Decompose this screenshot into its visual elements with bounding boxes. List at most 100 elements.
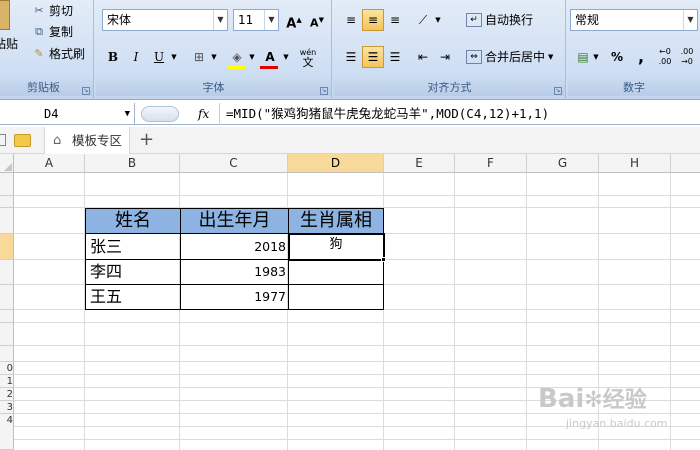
table-cell-name[interactable]: 李四	[86, 260, 181, 285]
select-all-corner[interactable]	[0, 154, 14, 173]
number-format-combo[interactable]: 常规 ▼	[570, 9, 698, 31]
column-header-g[interactable]: G	[527, 154, 599, 173]
decrease-decimal-icon[interactable]: .00 →0	[676, 46, 698, 68]
increase-indent-icon[interactable]: ⇥	[434, 46, 456, 68]
percent-button[interactable]: %	[606, 46, 628, 68]
border-icon[interactable]: ⊞	[188, 46, 210, 68]
clipboard-launcher-icon[interactable]: ↘	[82, 87, 90, 95]
row-header[interactable]	[0, 346, 14, 362]
font-color-button[interactable]: A	[259, 46, 281, 68]
fill-color-icon[interactable]: ◈	[226, 46, 248, 68]
row-header[interactable]	[0, 260, 14, 285]
watermark-brand: Bai✻经验	[538, 382, 647, 414]
watermark-brand-text: Bai	[538, 384, 585, 414]
column-header-overflow[interactable]	[671, 154, 700, 173]
column-header-a[interactable]: A	[14, 154, 85, 173]
align-bottom-icon[interactable]: ≡	[384, 9, 406, 31]
align-right-icon[interactable]: ☰	[384, 46, 406, 68]
table-cell-zodiac[interactable]	[289, 285, 384, 310]
font-launcher-icon[interactable]: ↘	[320, 87, 328, 95]
row-header[interactable]: 3	[0, 401, 14, 414]
row-header[interactable]	[0, 173, 14, 196]
table-cell-year[interactable]: 1977	[181, 285, 289, 310]
copy-button[interactable]: ⧉ 复制	[32, 22, 73, 42]
chevron-down-icon: ▼	[213, 10, 227, 30]
bold-button[interactable]: B	[102, 46, 124, 68]
align-top-icon[interactable]: ≡	[340, 9, 362, 31]
chevron-down-icon[interactable]: ▼	[432, 9, 444, 31]
table-cell-name[interactable]: 张三	[86, 234, 181, 260]
watermark-url: jingyan.baidu.com	[566, 417, 668, 430]
chevron-down-icon[interactable]: ▼	[208, 46, 220, 68]
table-cell-year[interactable]: 2018	[181, 234, 289, 260]
table-cell-name[interactable]: 王五	[86, 285, 181, 310]
table-cell-year[interactable]: 1983	[181, 260, 289, 285]
table-header-zodiac[interactable]: 生肖属相	[289, 209, 384, 234]
row-header[interactable]: 1	[0, 375, 14, 388]
merge-center-button[interactable]: ⇔ 合并后居中 ▼	[466, 47, 553, 67]
number-format-value: 常规	[575, 13, 600, 27]
row-header[interactable]	[0, 196, 14, 208]
fill-color-swatch	[227, 66, 245, 69]
name-box[interactable]: D4 ▼	[0, 103, 135, 125]
chevron-down-icon[interactable]: ▼	[168, 46, 180, 68]
row-header[interactable]: 0	[0, 362, 14, 375]
cut-button[interactable]: ✂ 剪切	[32, 1, 73, 21]
chevron-down-icon[interactable]: ▼	[246, 46, 258, 68]
alignment-group-label: 对齐方式	[334, 80, 565, 96]
column-header-f[interactable]: F	[455, 154, 527, 173]
comma-style-button[interactable]: ,	[630, 46, 652, 68]
format-painter-label: 格式刷	[49, 47, 86, 61]
column-header-e[interactable]: E	[384, 154, 455, 173]
italic-button[interactable]: I	[125, 46, 147, 68]
alignment-launcher-icon[interactable]: ↘	[554, 87, 562, 95]
formula-resize-handle[interactable]	[141, 106, 179, 122]
font-name-combo[interactable]: 宋体 ▼	[102, 9, 228, 31]
table-header-birth-year[interactable]: 出生年月	[181, 209, 289, 234]
table-header-name[interactable]: 姓名	[86, 209, 181, 234]
underline-button[interactable]: U	[148, 46, 170, 68]
column-header-c[interactable]: C	[180, 154, 288, 173]
row-header[interactable]	[0, 310, 14, 323]
row-header[interactable]: 4	[0, 414, 14, 450]
paste-button[interactable]: 粘贴	[0, 34, 18, 54]
row-header[interactable]	[0, 323, 14, 346]
align-middle-icon[interactable]: ≡	[362, 9, 384, 31]
chevron-down-icon[interactable]: ▼	[590, 46, 602, 68]
decrease-indent-icon[interactable]: ⇤	[412, 46, 434, 68]
table-cell-zodiac[interactable]	[289, 260, 384, 285]
alignment-group: ≡ ≡ ≡ ⟋ ▼ ↵ 自动换行 ☰ ☰ ☰ ⇤ ⇥ ⇔ 合并后居中 ▼ 对齐方…	[334, 0, 566, 100]
row-header[interactable]: 2	[0, 388, 14, 401]
font-size-combo[interactable]: 11 ▼	[233, 9, 279, 31]
align-left-icon[interactable]: ☰	[340, 46, 362, 68]
fx-icon[interactable]: fx	[198, 103, 209, 125]
row-header-active[interactable]	[0, 234, 14, 260]
paste-label: 粘贴	[0, 37, 19, 51]
row-header[interactable]	[0, 208, 14, 234]
folder-icon[interactable]	[14, 134, 31, 147]
wrap-text-button[interactable]: ↵ 自动换行	[466, 10, 533, 30]
name-box-value: D4	[44, 107, 59, 121]
formula-input[interactable]: =MID("猴鸡狗猪鼠牛虎兔龙蛇马羊",MOD(C4,12)+1,1)	[226, 103, 549, 125]
chevron-down-icon[interactable]: ▼	[280, 46, 292, 68]
shrink-font-icon[interactable]: A▼	[306, 9, 328, 31]
column-header-h[interactable]: H	[599, 154, 671, 173]
row-header[interactable]	[0, 285, 14, 310]
home-icon[interactable]	[0, 134, 6, 146]
increase-decimal-icon[interactable]: ←0.00	[654, 46, 676, 68]
house-icon: ⌂	[53, 133, 62, 148]
format-painter-button[interactable]: ✎ 格式刷	[32, 44, 85, 64]
column-header-d[interactable]: D	[288, 154, 384, 173]
orientation-icon[interactable]: ⟋	[412, 9, 434, 31]
tab-template-zone[interactable]: ⌂ 模板专区	[44, 127, 130, 154]
merge-center-label: 合并后居中	[485, 50, 546, 64]
column-header-b[interactable]: B	[85, 154, 180, 173]
phonetic-button[interactable]: wén 文	[295, 46, 321, 68]
fill-handle[interactable]	[381, 257, 386, 262]
wrap-text-label: 自动换行	[485, 13, 534, 27]
active-cell-selection	[288, 233, 385, 261]
grow-font-icon[interactable]: A▲	[283, 9, 305, 31]
align-center-icon[interactable]: ☰	[362, 46, 384, 68]
add-tab-button[interactable]: +	[139, 127, 154, 153]
paste-icon	[0, 0, 10, 30]
